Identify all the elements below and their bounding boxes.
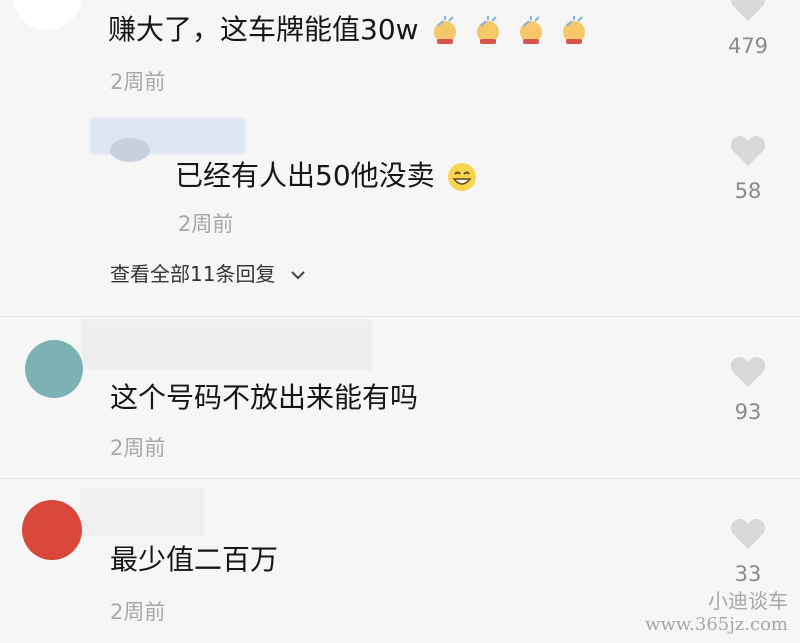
view-all-replies-link[interactable]: 查看全部11条回复 xyxy=(110,258,306,287)
avatar[interactable] xyxy=(12,0,82,30)
watermark: 小迪谈车 www.365jz.com xyxy=(645,589,788,637)
avatar[interactable] xyxy=(25,340,83,398)
like-count: 33 xyxy=(734,562,762,586)
like-button[interactable]: 58 xyxy=(726,135,770,203)
reply-avatar[interactable] xyxy=(110,138,150,162)
clapping-hands-icon xyxy=(419,13,591,46)
reply-text: 已经有人出50他没卖 xyxy=(175,158,478,194)
heart-icon xyxy=(730,357,766,387)
like-button[interactable]: 479 xyxy=(726,0,770,58)
heart-icon xyxy=(730,0,766,21)
username-blurred xyxy=(80,488,205,536)
like-count: 58 xyxy=(734,179,762,203)
heart-icon xyxy=(730,519,766,549)
username-blurred xyxy=(82,320,372,370)
avatar[interactable] xyxy=(22,500,82,560)
reply-time: 2周前 xyxy=(178,212,234,236)
chevron-down-icon xyxy=(291,271,305,280)
comment-time: 2周前 xyxy=(110,436,166,460)
comment-time: 2周前 xyxy=(110,70,166,94)
comment-list: 赚大了，这车牌能值30w 2周前 479 已经有人出50他没卖 2周前 58 查… xyxy=(0,0,800,643)
divider xyxy=(0,316,800,317)
heart-icon xyxy=(730,136,766,166)
comment-text: 这个号码不放出来能有吗 xyxy=(110,381,419,414)
like-button[interactable]: 93 xyxy=(726,356,770,424)
comment-text: 最少值二百万 xyxy=(110,543,279,576)
grinning-face-icon xyxy=(435,159,478,192)
watermark-line-1: 小迪谈车 xyxy=(708,589,788,613)
comment-text: 赚大了，这车牌能值30w xyxy=(108,12,590,48)
divider xyxy=(0,478,800,479)
watermark-line-2: www.365jz.com xyxy=(645,614,788,635)
like-count: 93 xyxy=(734,400,762,424)
comment-time: 2周前 xyxy=(110,600,166,624)
like-button[interactable]: 33 xyxy=(726,518,770,586)
like-count: 479 xyxy=(727,34,769,58)
